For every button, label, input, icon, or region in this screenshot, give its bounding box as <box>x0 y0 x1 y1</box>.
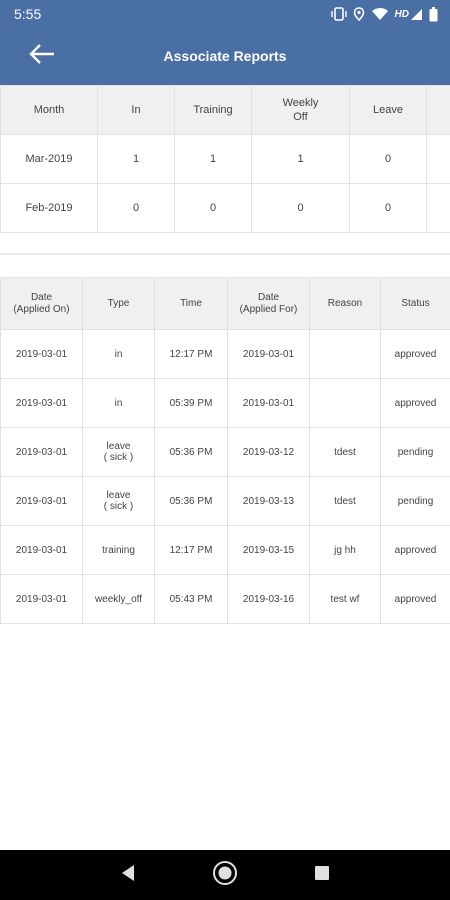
table-row: Feb-2019 0 0 0 0 <box>0 183 450 233</box>
detail-cell-status: approved <box>380 378 450 428</box>
summary-cell-overflow <box>426 183 450 233</box>
toolbar: Associate Reports <box>0 28 450 85</box>
summary-cell: 0 <box>174 183 252 233</box>
detail-cell: 05:36 PM <box>154 476 228 526</box>
detail-cell: test wf <box>309 574 381 624</box>
summary-col-training: Training <box>174 85 252 135</box>
detail-cell <box>309 378 381 428</box>
detail-cell: 2019-03-01 <box>0 525 83 575</box>
summary-col-in: In <box>97 85 175 135</box>
summary-header-row: Month In Training Weekly Off Leave <box>0 85 450 135</box>
table-row: 2019-03-01 leave ( sick ) 05:36 PM 2019-… <box>0 427 450 477</box>
detail-cell-status: pending <box>380 427 450 477</box>
vibrate-icon <box>330 7 347 21</box>
detail-cell-status: approved <box>380 329 450 379</box>
detail-cell: in <box>82 329 155 379</box>
detail-cell: training <box>82 525 155 575</box>
detail-cell: leave ( sick ) <box>82 427 155 477</box>
nav-recents-button[interactable] <box>302 855 342 895</box>
detail-cell: in <box>82 378 155 428</box>
detail-cell: tdest <box>309 476 381 526</box>
section-divider <box>0 253 450 255</box>
detail-cell: 12:17 PM <box>154 525 228 575</box>
table-row: 2019-03-01 weekly_off 05:43 PM 2019-03-1… <box>0 574 450 624</box>
detail-cell: weekly_off <box>82 574 155 624</box>
status-bar: 5:55 HD <box>0 0 450 28</box>
summary-cell: Feb-2019 <box>0 183 98 233</box>
status-time: 5:55 <box>14 6 42 22</box>
detail-cell: 2019-03-01 <box>0 329 83 379</box>
summary-col-overflow <box>426 85 450 135</box>
system-nav-bar <box>0 850 450 900</box>
detail-cell <box>309 329 381 379</box>
page-title: Associate Reports <box>163 48 287 64</box>
detail-cell: 12:17 PM <box>154 329 228 379</box>
table-row: 2019-03-01 in 12:17 PM 2019-03-01 approv… <box>0 329 450 379</box>
app-bar: 5:55 HD Associate Reports <box>0 0 450 85</box>
detail-col-applied-for: Date (Applied For) <box>227 277 310 330</box>
detail-cell-status: approved <box>380 525 450 575</box>
detail-cell: 2019-03-01 <box>0 574 83 624</box>
detail-cell: 2019-03-01 <box>0 427 83 477</box>
detail-cell-status: approved <box>380 574 450 624</box>
detail-cell: 2019-03-15 <box>227 525 310 575</box>
summary-col-weekly-off: Weekly Off <box>251 85 350 135</box>
table-row: 2019-03-01 training 12:17 PM 2019-03-15 … <box>0 525 450 575</box>
summary-cell: 0 <box>97 183 175 233</box>
summary-col-month: Month <box>0 85 98 135</box>
detail-col-type: Type <box>82 277 155 330</box>
detail-cell: 2019-03-13 <box>227 476 310 526</box>
summary-table: Month In Training Weekly Off Leave Mar-2… <box>0 85 450 233</box>
detail-cell: 2019-03-01 <box>0 476 83 526</box>
detail-cell: 2019-03-01 <box>0 378 83 428</box>
nav-home-button[interactable] <box>205 855 245 895</box>
detail-cell: leave ( sick ) <box>82 476 155 526</box>
nav-back-button[interactable] <box>108 855 148 895</box>
table-row: Mar-2019 1 1 1 0 <box>0 134 450 184</box>
summary-cell: 0 <box>251 183 350 233</box>
detail-cell: 2019-03-01 <box>227 378 310 428</box>
wifi-icon <box>371 7 389 21</box>
table-row: 2019-03-01 in 05:39 PM 2019-03-01 approv… <box>0 378 450 428</box>
detail-header-row: Date (Applied On) Type Time Date (Applie… <box>0 277 450 330</box>
detail-cell: 2019-03-16 <box>227 574 310 624</box>
summary-cell: 1 <box>174 134 252 184</box>
detail-cell: 2019-03-01 <box>227 329 310 379</box>
summary-col-leave: Leave <box>349 85 427 135</box>
table-row: 2019-03-01 leave ( sick ) 05:36 PM 2019-… <box>0 476 450 526</box>
detail-col-status: Status <box>380 277 450 330</box>
detail-cell: tdest <box>309 427 381 477</box>
detail-cell-status: pending <box>380 476 450 526</box>
location-icon <box>353 7 365 21</box>
detail-col-time: Time <box>154 277 228 330</box>
recents-square-icon <box>314 865 330 886</box>
detail-table: Date (Applied On) Type Time Date (Applie… <box>0 277 450 624</box>
summary-cell: 0 <box>349 134 427 184</box>
summary-cell-overflow <box>426 134 450 184</box>
summary-cell: 1 <box>251 134 350 184</box>
summary-cell: 0 <box>349 183 427 233</box>
hd-signal-icon: HD <box>395 8 423 21</box>
back-triangle-icon <box>120 864 136 887</box>
detail-cell: 05:39 PM <box>154 378 228 428</box>
detail-cell: 2019-03-12 <box>227 427 310 477</box>
detail-col-reason: Reason <box>309 277 381 330</box>
home-circle-icon <box>212 860 238 891</box>
battery-icon <box>429 6 438 22</box>
status-icons: HD <box>330 6 438 22</box>
detail-cell: jg hh <box>309 525 381 575</box>
detail-col-applied-on: Date (Applied On) <box>0 277 83 330</box>
summary-cell: Mar-2019 <box>0 134 98 184</box>
detail-cell: 05:43 PM <box>154 574 228 624</box>
detail-cell: 05:36 PM <box>154 427 228 477</box>
summary-cell: 1 <box>97 134 175 184</box>
